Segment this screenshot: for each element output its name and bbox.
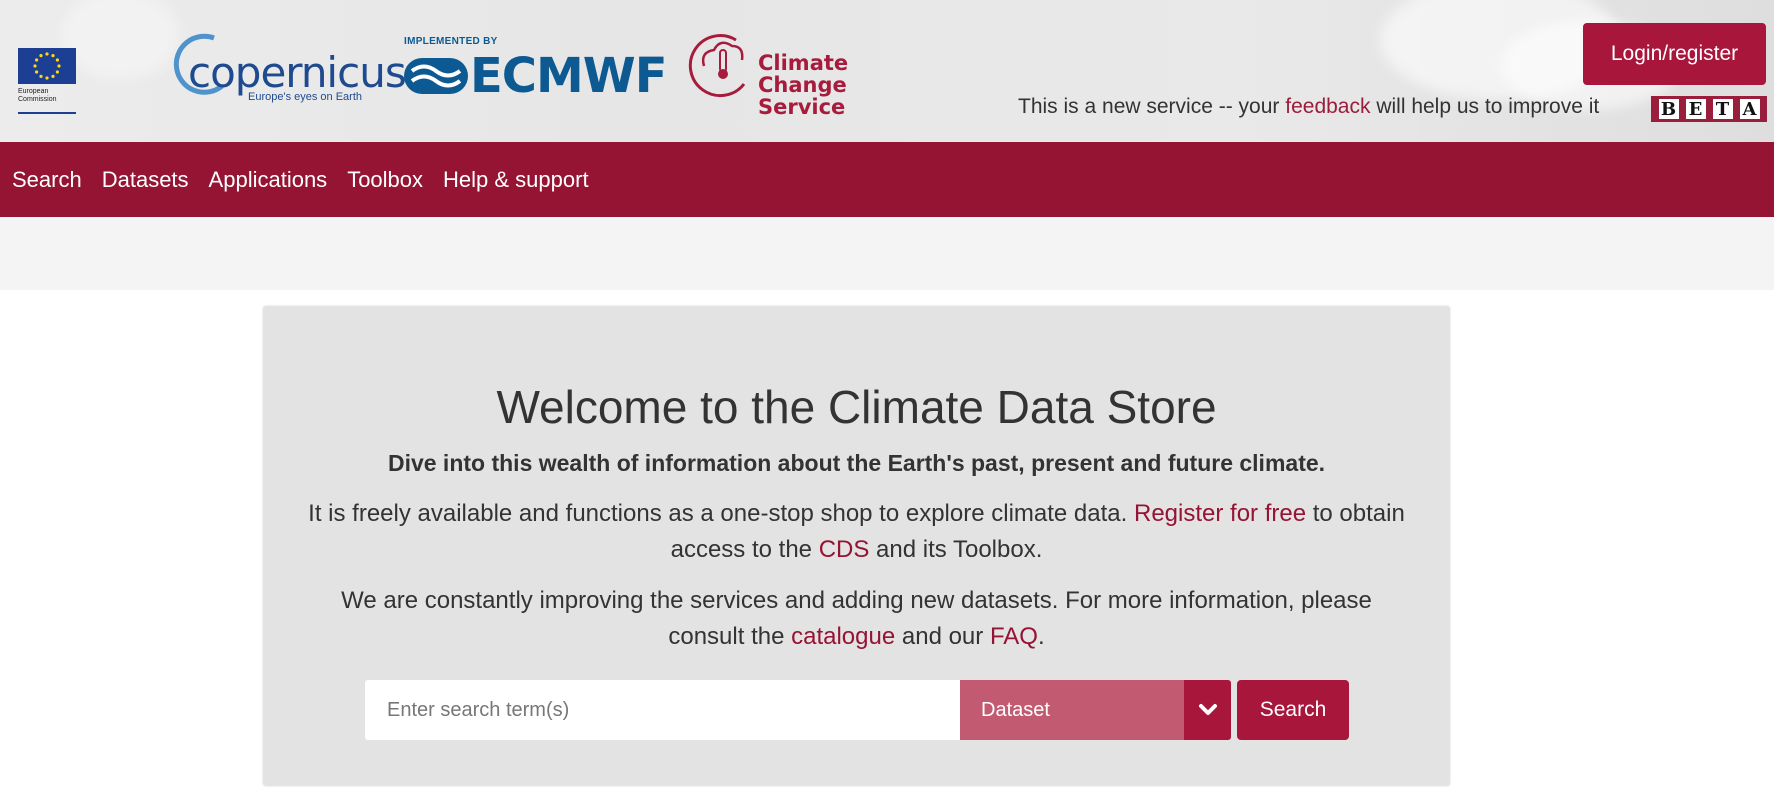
notice-prefix: This is a new service -- your [1018, 95, 1286, 118]
chevron-down-icon [1198, 704, 1217, 715]
copernicus-wordmark: copernicus [188, 48, 407, 97]
welcome-title: Welcome to the Climate Data Store [496, 381, 1217, 433]
search-input[interactable] [365, 680, 960, 740]
login-register-button[interactable]: Login/register [1583, 23, 1766, 85]
nav-item-datasets[interactable]: Datasets [102, 167, 189, 193]
welcome-paragraph-info: We are constantly improving the services… [303, 583, 1410, 655]
ecmwf-logo[interactable]: IMPLEMENTED BY ECMWF [402, 34, 668, 104]
beta-letter: E [1685, 99, 1706, 120]
paragraph-text: . [1037, 623, 1045, 650]
thermometer-cloud-icon [688, 34, 746, 98]
eu-logo-text: European Commission [18, 88, 57, 103]
ecmwf-implemented-by: IMPLEMENTED BY [404, 36, 498, 47]
header-cloud-decoration [60, 0, 180, 80]
ecmwf-wordmark: ECMWF [470, 48, 668, 104]
eu-flag-icon [18, 48, 76, 84]
copernicus-logo[interactable]: copernicus Europe's eyes on Earth [166, 28, 407, 108]
feedback-link[interactable]: feedback [1285, 95, 1370, 118]
beta-notice: This is a new service -- your feedback w… [1018, 95, 1599, 119]
european-commission-logo[interactable]: European Commission [18, 48, 76, 114]
ecmwf-symbol-icon [404, 58, 468, 94]
search-button[interactable]: Search [1237, 680, 1349, 740]
c3s-line-1: Climate Change [758, 51, 849, 97]
eu-logo-underline [18, 112, 76, 114]
beta-letter: T [1712, 99, 1733, 120]
paragraph-text: It is freely available and functions as … [308, 500, 1134, 527]
nav-item-applications[interactable]: Applications [209, 167, 328, 193]
cds-link[interactable]: CDS [819, 536, 870, 563]
copernicus-tagline: Europe's eyes on Earth [248, 91, 363, 103]
c3s-wordmark: Climate Change Service [758, 52, 926, 118]
search-form: Dataset Search [365, 680, 1349, 740]
c3s-line-2: Service [758, 95, 846, 119]
welcome-paragraph-register: It is freely available and functions as … [303, 496, 1410, 568]
breadcrumb-bar [0, 217, 1774, 290]
dataset-dropdown-toggle[interactable] [1184, 680, 1231, 740]
paragraph-text: and its Toolbox. [869, 536, 1043, 563]
welcome-panel: Welcome to the Climate Data Store Dive i… [263, 306, 1450, 786]
beta-letter: A [1739, 99, 1760, 120]
faq-link[interactable]: FAQ [990, 623, 1038, 650]
main-navigation: Search Datasets Applications Toolbox Hel… [0, 142, 1774, 217]
dataset-type-select[interactable]: Dataset [960, 680, 1184, 740]
welcome-lead: Dive into this wealth of information abo… [387, 450, 1326, 476]
beta-letter: B [1658, 99, 1679, 120]
nav-item-toolbox[interactable]: Toolbox [347, 167, 423, 193]
climate-change-service-logo[interactable]: Climate Change Service [686, 28, 926, 118]
site-header: European Commission copernicus Europe's … [0, 0, 1774, 142]
catalogue-link[interactable]: catalogue [791, 623, 895, 650]
beta-badge: B E T A [1651, 96, 1767, 122]
register-link[interactable]: Register for free [1134, 500, 1306, 527]
nav-item-help-support[interactable]: Help & support [443, 167, 589, 193]
paragraph-text: and our [895, 623, 990, 650]
nav-item-search[interactable]: Search [12, 167, 82, 193]
notice-suffix: will help us to improve it [1370, 95, 1600, 118]
